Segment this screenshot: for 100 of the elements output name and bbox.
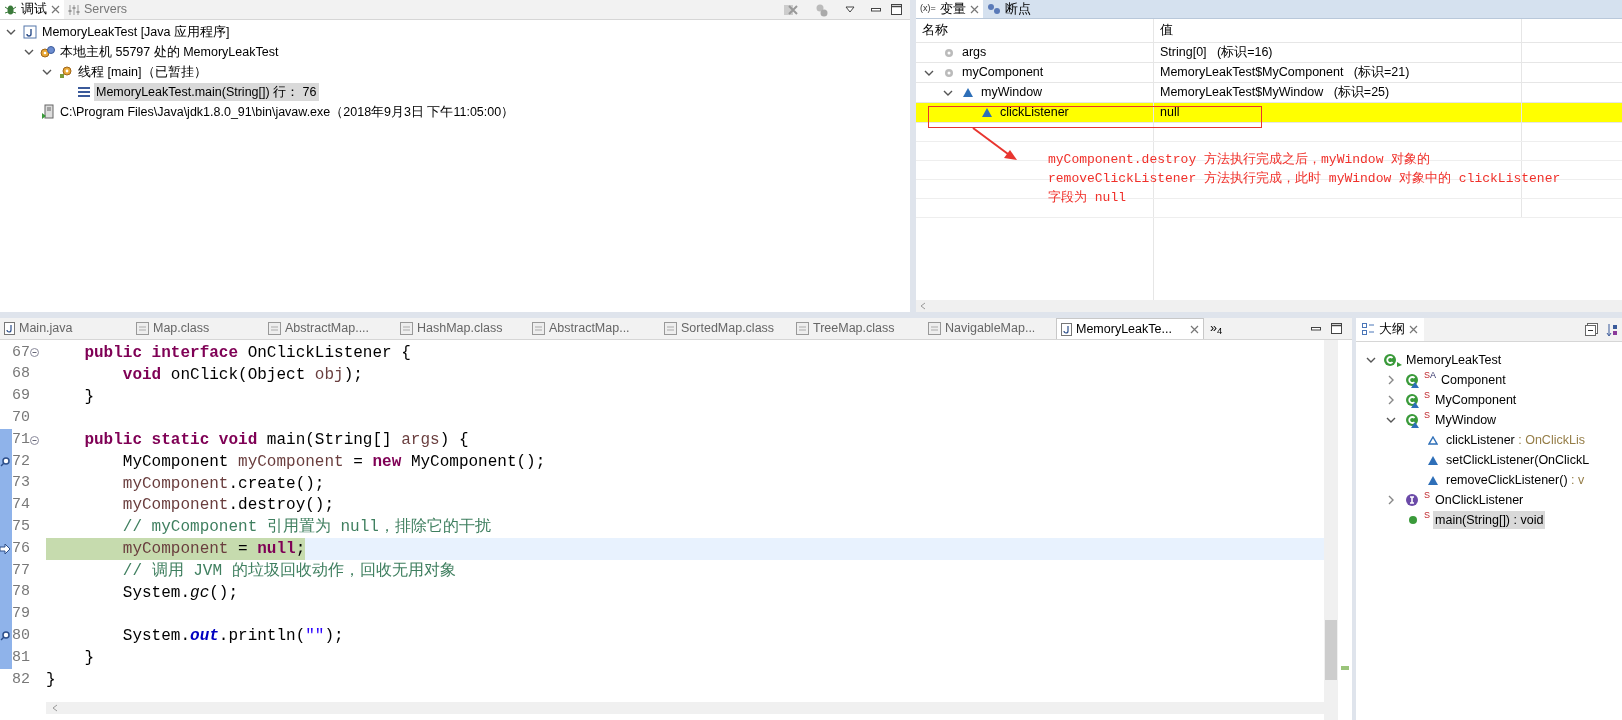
modifier-mark: S bbox=[1424, 491, 1430, 500]
view-tab[interactable]: 调试 bbox=[0, 0, 64, 19]
line-number: 75 bbox=[12, 517, 30, 538]
line-number: 78 bbox=[12, 582, 30, 603]
stack-frame-icon bbox=[77, 86, 91, 98]
modifier-mark: S bbox=[1424, 391, 1430, 400]
line-number: 69 bbox=[12, 386, 30, 407]
variable-name: myWindow bbox=[981, 84, 1043, 102]
outline-item[interactable]: main(String[]) : void bbox=[1433, 510, 1546, 530]
sliders-icon bbox=[68, 3, 80, 16]
horizontal-scrollbar[interactable] bbox=[916, 300, 1622, 312]
breakpoint-icon[interactable] bbox=[0, 456, 11, 467]
annotation-text: myComponent.destroy 方法执行完成之后，myWindow 对象的 removeClickListener 方法执行完成，此时 myWindow 对象中的 clickListener 字段为 null bbox=[1048, 151, 1561, 207]
debug-tree-item[interactable]: 线程 [main]（已暂挂） bbox=[76, 62, 209, 82]
line-number: 73 bbox=[12, 473, 30, 494]
editor-tab[interactable]: MemoryLeakTe... bbox=[1056, 318, 1204, 339]
variable-row[interactable]: myComponent MemoryLeakTest$MyComponent (标识=21) bbox=[916, 63, 1622, 83]
code-line: public static void main(String[] args) { bbox=[83, 430, 469, 451]
outline-item[interactable]: OnClickListener bbox=[1433, 490, 1526, 510]
code-line: public interface OnClickListener { bbox=[83, 342, 411, 364]
close-icon[interactable] bbox=[969, 4, 979, 14]
debug-tree-item[interactable]: MemoryLeakTest.main(String[]) 行： 76 bbox=[94, 82, 319, 102]
class-file-icon bbox=[664, 322, 677, 335]
arrow bbox=[972, 127, 1018, 161]
editor-tab[interactable]: AbstractMap... bbox=[528, 318, 660, 339]
class-file-icon bbox=[136, 322, 149, 335]
line-number: 77 bbox=[12, 560, 30, 581]
variable-value: null bbox=[1160, 104, 1180, 122]
outline-item[interactable]: MyWindow bbox=[1433, 410, 1499, 430]
view-tab[interactable]: 大纲 bbox=[1356, 318, 1424, 341]
breakpoint-icon[interactable] bbox=[0, 630, 11, 642]
class-file-icon bbox=[400, 322, 413, 335]
editor-tab[interactable]: TreeMap.class bbox=[792, 318, 924, 339]
editor-tab[interactable]: Main.java bbox=[0, 318, 132, 339]
editor-tab[interactable]: Map.class bbox=[132, 318, 264, 339]
line-number: 74 bbox=[12, 495, 30, 516]
close-icon[interactable] bbox=[51, 5, 60, 14]
view-menu-icon[interactable] bbox=[845, 5, 855, 14]
instruction-pointer-icon bbox=[0, 544, 10, 555]
close-icon[interactable] bbox=[1409, 325, 1418, 334]
variable-name: clickListener bbox=[1000, 104, 1069, 122]
gears-icon bbox=[40, 45, 56, 59]
scroll-thumb[interactable] bbox=[1325, 620, 1337, 680]
editor-tab[interactable]: SortedMap.class bbox=[660, 318, 792, 339]
class-icon bbox=[1383, 353, 1403, 367]
remove-all-icon[interactable] bbox=[783, 2, 799, 17]
outline-item[interactable]: Component bbox=[1439, 370, 1508, 390]
code-line: System.out.println(""); bbox=[121, 626, 344, 648]
line-number: 72 bbox=[12, 451, 30, 472]
code-line: // 调用 JVM 的垃圾回收动作，回收无用对象 bbox=[121, 560, 456, 582]
maximize-icon[interactable] bbox=[1331, 323, 1342, 334]
overview-marker bbox=[1341, 666, 1349, 670]
code-line: } bbox=[83, 386, 94, 408]
editor-tab[interactable]: AbstractMap.... bbox=[264, 318, 396, 339]
line-number: 82 bbox=[12, 669, 30, 690]
line-number: 71 bbox=[12, 429, 30, 450]
editor-tab[interactable]: HashMap.class bbox=[396, 318, 528, 339]
java-file-icon bbox=[1061, 322, 1072, 336]
process-icon bbox=[41, 104, 55, 120]
line-number: 76 bbox=[12, 538, 30, 559]
class-file-icon bbox=[928, 322, 941, 335]
fold-icon[interactable] bbox=[30, 348, 39, 358]
column-header[interactable]: 名称 bbox=[922, 21, 948, 40]
java-file-icon bbox=[23, 25, 37, 39]
column-header[interactable]: 值 bbox=[1160, 21, 1173, 40]
variable-row[interactable]: myWindow MemoryLeakTest$MyWindow (标识=25) bbox=[916, 83, 1622, 103]
variable-value: MemoryLeakTest$MyWindow (标识=25) bbox=[1160, 84, 1390, 102]
horizontal-scrollbar[interactable] bbox=[46, 702, 1324, 714]
code-line: myComponent.destroy(); bbox=[121, 495, 335, 517]
variable-row[interactable]: clickListener null bbox=[916, 103, 1622, 123]
outline-item[interactable]: clickListener : OnClickLis bbox=[1444, 430, 1587, 450]
modifier-mark: S bbox=[1424, 511, 1430, 520]
fold-icon[interactable] bbox=[30, 435, 39, 445]
chevron-down-icon[interactable] bbox=[1386, 415, 1396, 425]
debug-tree-item[interactable]: C:\Program Files\Java\jdk1.8.0_91\bin\javaw.exe（2018年9月3日 下午11:05:00） bbox=[58, 102, 517, 122]
outline-item[interactable]: MemoryLeakTest bbox=[1404, 350, 1504, 370]
code-line: MyComponent myComponent = new MyComponent(); bbox=[121, 451, 546, 473]
sort-icon[interactable] bbox=[1606, 322, 1618, 337]
tab-overflow[interactable]: »$_{4}$ bbox=[1210, 319, 1223, 338]
view-tab[interactable]: Servers bbox=[64, 0, 132, 19]
bug-icon bbox=[4, 3, 17, 16]
editor-tab[interactable]: NavigableMap... bbox=[924, 318, 1056, 339]
view-tab[interactable]: (x)= 变量 bbox=[916, 0, 983, 18]
chevron-right-icon[interactable] bbox=[1386, 495, 1396, 505]
close-icon[interactable] bbox=[1190, 324, 1199, 334]
view-tab[interactable]: 断点 bbox=[982, 0, 1035, 18]
code-line: myComponent.create(); bbox=[121, 473, 325, 495]
outline-item[interactable]: removeClickListener() : v bbox=[1444, 470, 1587, 490]
debug-tree-item[interactable]: MemoryLeakTest [Java 应用程序] bbox=[40, 22, 232, 42]
outline-item[interactable]: MyComponent bbox=[1433, 390, 1519, 410]
maximize-icon[interactable] bbox=[891, 4, 902, 15]
java-file-icon bbox=[4, 322, 15, 335]
class-file-icon bbox=[268, 322, 281, 335]
outline-item[interactable]: setClickListener(OnClickL bbox=[1444, 450, 1592, 470]
modifier-mark: S bbox=[1424, 371, 1430, 380]
debug-tree-item[interactable]: 本地主机 55797 处的 MemoryLeakTest bbox=[58, 42, 281, 62]
chevron-down-icon[interactable] bbox=[1366, 355, 1376, 365]
variable-row[interactable]: args String[0] (标识=16) bbox=[916, 43, 1622, 63]
vertical-scrollbar[interactable] bbox=[1324, 340, 1338, 720]
collapse-all-icon[interactable] bbox=[1585, 323, 1598, 336]
